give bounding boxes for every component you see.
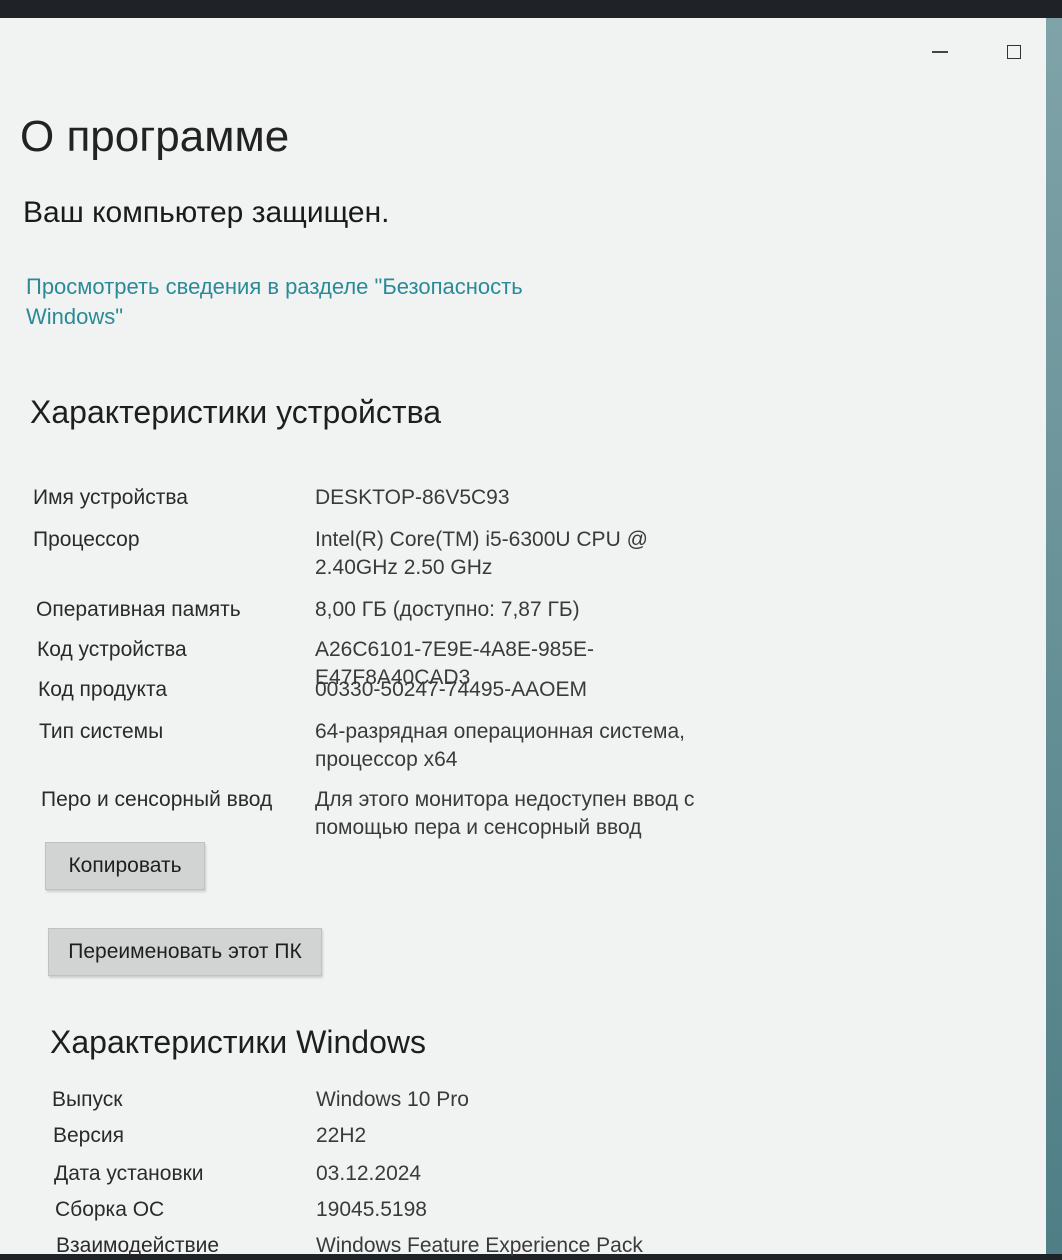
spec-row-os-build: Сборка ОС 19045.5198 [55, 1196, 736, 1224]
spec-key: Оперативная память [36, 598, 241, 621]
spec-value: Для этого монитора недоступен ввод с пом… [315, 788, 695, 839]
spec-row-experience: Взаимодействие Windows Feature Experienc… [56, 1232, 736, 1260]
settings-window: О программе Ваш компьютер защищен. Просм… [0, 18, 1046, 1257]
spec-value: Windows 10 Pro [316, 1088, 469, 1111]
page-title: О программе [20, 112, 290, 161]
spec-value: Intel(R) Core(TM) i5-6300U CPU @ 2.40GHz… [315, 528, 648, 579]
rename-pc-button[interactable]: Переименовать этот ПК [48, 928, 322, 976]
spec-row-system-type: Тип системы 64-разрядная операционная си… [39, 718, 705, 774]
spec-key: Версия [53, 1124, 124, 1147]
spec-row-device-name: Имя устройства DESKTOP-86V5C93 [33, 484, 735, 512]
spec-value: 8,00 ГБ (доступно: 7,87 ГБ) [315, 598, 580, 621]
security-status: Ваш компьютер защищен. [23, 196, 390, 229]
spec-key: Перо и сенсорный ввод [41, 788, 273, 811]
spec-value: DESKTOP-86V5C93 [315, 486, 510, 509]
spec-row-version: Версия 22H2 [53, 1122, 736, 1150]
spec-row-processor: Процессор Intel(R) Core(TM) i5-6300U CPU… [33, 526, 675, 582]
spec-row-product-id: Код продукта 00330-50247-74495-AAOEM [38, 676, 735, 704]
maximize-icon [1007, 45, 1021, 59]
maximize-button[interactable] [1002, 40, 1026, 64]
spec-value: 19045.5198 [316, 1198, 427, 1221]
spec-value: Windows Feature Experience Pack [316, 1234, 643, 1257]
copy-button[interactable]: Копировать [45, 842, 205, 890]
spec-value: 22H2 [316, 1124, 367, 1147]
spec-value: 64-разрядная операционная система, проце… [315, 720, 686, 771]
device-specs-heading: Характеристики устройства [30, 394, 442, 430]
desktop-edge [1046, 18, 1062, 1254]
security-details-link[interactable]: Просмотреть сведения в разделе "Безопасн… [26, 272, 546, 332]
spec-row-edition: Выпуск Windows 10 Pro [52, 1086, 736, 1114]
minimize-icon [932, 51, 948, 53]
minimize-button[interactable] [928, 40, 952, 64]
spec-key: Имя устройства [33, 486, 188, 509]
spec-key: Выпуск [52, 1088, 123, 1111]
windows-specs-heading: Характеристики Windows [50, 1024, 426, 1060]
spec-row-pen-touch: Перо и сенсорный ввод Для этого монитора… [41, 786, 715, 842]
spec-key: Тип системы [39, 720, 164, 743]
spec-key: Дата установки [54, 1162, 204, 1185]
spec-key: Процессор [33, 528, 140, 551]
spec-value: 03.12.2024 [316, 1162, 422, 1185]
spec-key: Сборка ОС [55, 1198, 165, 1221]
spec-row-install-date: Дата установки 03.12.2024 [54, 1160, 736, 1188]
spec-value: 00330-50247-74495-AAOEM [315, 678, 588, 701]
spec-key: Код продукта [38, 678, 168, 701]
spec-key: Взаимодействие [56, 1234, 220, 1257]
spec-row-ram: Оперативная память 8,00 ГБ (доступно: 7,… [36, 596, 735, 624]
